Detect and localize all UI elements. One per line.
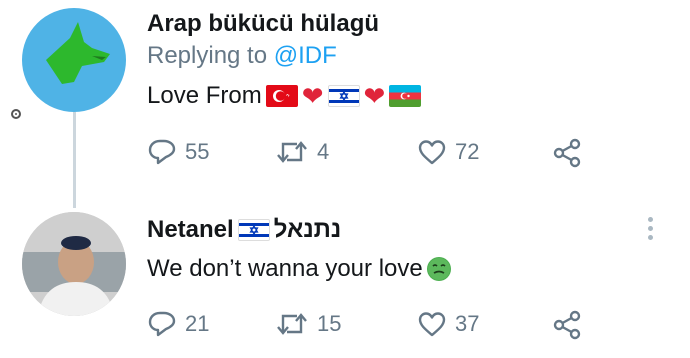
reply-icon [148, 311, 176, 337]
heart-outline-icon [418, 312, 446, 337]
author-name-hebrew: נתנאל [273, 216, 342, 243]
reply-button[interactable]: 21 [147, 310, 209, 338]
retweet-icon [277, 313, 307, 335]
author-name[interactable]: Arap bükücü hülagü [147, 10, 379, 38]
reply-count: 21 [185, 311, 210, 336]
azerbaijan-flag-icon [389, 85, 422, 107]
replying-handle-link[interactable]: @IDF [274, 42, 337, 69]
nauseated-face-icon [426, 257, 451, 281]
reply-button[interactable]: 55 [147, 138, 209, 166]
thread-connector [73, 112, 76, 208]
wolf-logo-icon [46, 22, 110, 84]
tweet-text-content: We don’t wanna your love [147, 255, 423, 282]
like-button[interactable]: 72 [417, 138, 479, 166]
status-dot-icon [11, 109, 21, 119]
avatar[interactable] [22, 212, 126, 316]
share-button[interactable] [552, 310, 582, 340]
like-button[interactable]: 37 [417, 310, 479, 338]
tweet-actions: 55 4 72 [147, 138, 597, 168]
red-heart-icon: ❤ [301, 81, 324, 111]
like-count: 37 [455, 311, 480, 336]
retweet-count: 4 [317, 139, 330, 164]
replying-prefix: Replying to [147, 42, 274, 69]
israel-flag-icon [237, 219, 270, 241]
author-name-text: Netanel [147, 216, 234, 243]
retweet-button[interactable]: 15 [275, 310, 341, 338]
avatar[interactable] [22, 8, 126, 112]
like-count: 72 [455, 139, 480, 164]
tweet-text-content: Love From [147, 82, 262, 109]
heart-outline-icon [418, 140, 446, 165]
tweet-text: We don’t wanna your love [147, 255, 451, 283]
red-heart-icon: ❤ [363, 81, 386, 111]
share-icon [553, 138, 581, 168]
share-button[interactable] [552, 138, 582, 168]
replying-to: Replying to @IDF [147, 42, 337, 70]
tweet-actions: 21 15 37 [147, 310, 597, 340]
reply-count: 55 [185, 139, 210, 164]
turkey-flag-icon [265, 85, 298, 107]
retweet-button[interactable]: 4 [275, 138, 329, 166]
tweet-text: Love From ❤ ❤ [147, 81, 422, 111]
israel-flag-icon [327, 85, 360, 107]
share-icon [553, 310, 581, 340]
retweet-icon [277, 141, 307, 163]
profile-photo [22, 212, 126, 316]
more-options-icon[interactable] [648, 217, 654, 243]
retweet-count: 15 [317, 311, 342, 336]
author-name[interactable]: Netanel נתנאל [147, 216, 341, 244]
reply-icon [148, 139, 176, 165]
